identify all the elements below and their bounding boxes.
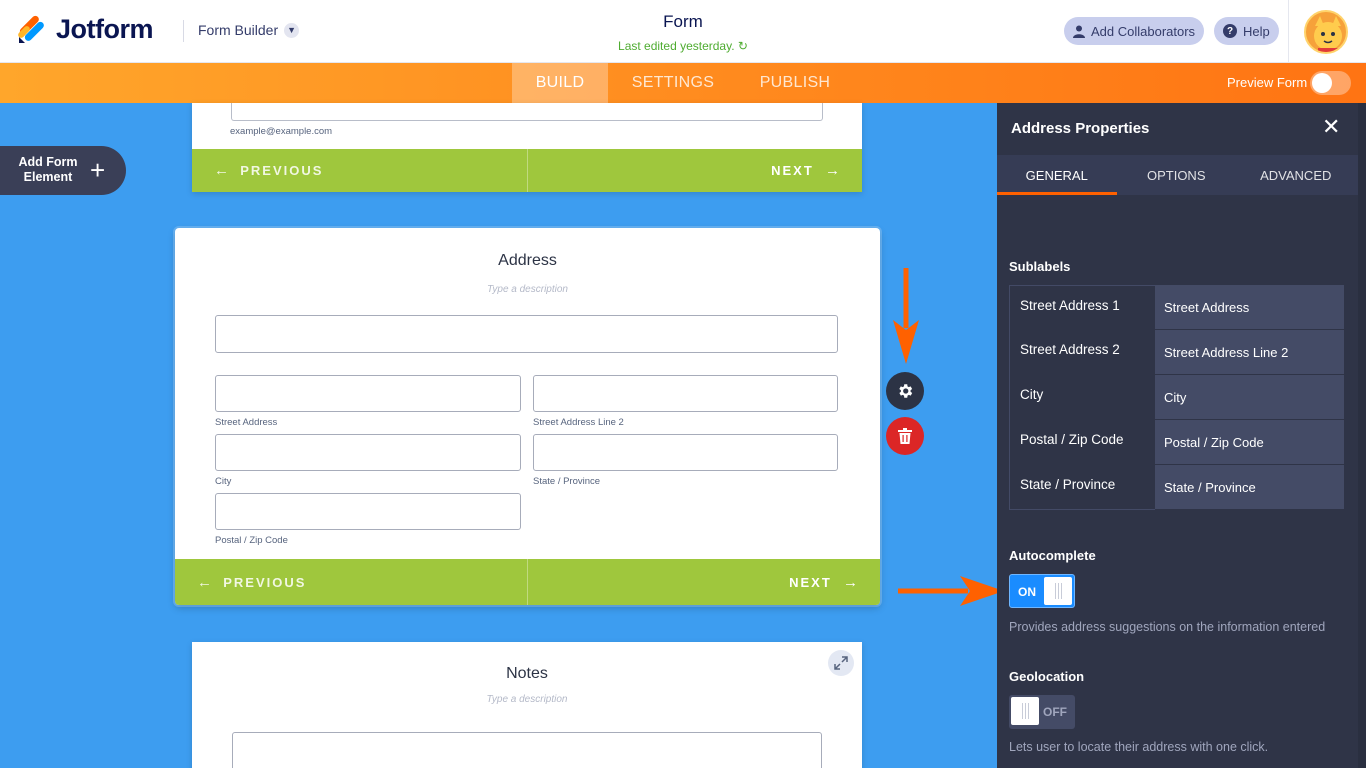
address-search-input[interactable] (215, 315, 838, 353)
toggle-state-label: OFF (1043, 705, 1067, 719)
sublabel-row: Street Address 2 Street Address Line 2 (1009, 330, 1344, 375)
street-address-line2-input[interactable] (533, 375, 838, 412)
toggle-knob (1312, 73, 1332, 93)
add-form-element-button[interactable]: Add Form Element + (0, 146, 126, 195)
top-header: Jotform Form Builder ▼ Form Last edited … (0, 0, 1366, 63)
geolocation-toggle[interactable]: OFF (1009, 695, 1075, 729)
sublabel-row: City City (1009, 375, 1344, 420)
sublabel-key: Street Address 2 (1009, 330, 1155, 375)
address-title[interactable]: Address (175, 252, 880, 270)
gear-icon (899, 384, 913, 398)
geolocation-heading: Geolocation (1009, 669, 1085, 684)
sublabel-input-street1[interactable]: Street Address (1155, 285, 1344, 330)
tab-general[interactable]: GENERAL (997, 155, 1117, 195)
close-icon[interactable]: ✕ (1322, 116, 1340, 138)
notes-textarea[interactable] (232, 732, 822, 768)
sublabels-table: Street Address 1 Street Address Street A… (1009, 285, 1344, 510)
page-nav-bar: ← PREVIOUS NEXT → (175, 559, 880, 605)
email-input[interactable] (231, 103, 823, 121)
sublabels-heading: Sublabels (1009, 259, 1071, 274)
arrow-left-icon: ← (214, 162, 229, 179)
form-page-card-email: example@example.com ← PREVIOUS NEXT → (192, 103, 862, 192)
autocomplete-heading: Autocomplete (1009, 548, 1096, 563)
tab-options[interactable]: OPTIONS (1117, 155, 1237, 195)
city-sublabel: City (215, 476, 232, 487)
trash-icon (898, 428, 912, 444)
sublabel-row: Street Address 1 Street Address (1009, 285, 1344, 330)
plus-icon: + (90, 155, 106, 185)
toggle-knob (1011, 697, 1039, 725)
street-address-sublabel: Street Address (215, 417, 278, 428)
notes-field-card[interactable]: Notes Type a description (192, 642, 862, 768)
street-address-input[interactable] (215, 375, 521, 412)
tab-advanced[interactable]: ADVANCED (1236, 155, 1356, 195)
next-label: NEXT (771, 163, 814, 178)
address-description[interactable]: Type a description (175, 284, 880, 295)
header-divider-right (1288, 0, 1289, 63)
email-sublabel: example@example.com (230, 126, 333, 137)
preview-form-toggle[interactable] (1310, 71, 1351, 95)
notes-title[interactable]: Notes (192, 665, 862, 683)
question-icon: ? (1223, 24, 1237, 38)
arrow-right-icon: → (825, 162, 840, 179)
sublabel-input-city[interactable]: City (1155, 375, 1344, 420)
builder-nav-bar: BUILD SETTINGS PUBLISH Preview Form (0, 63, 1366, 103)
state-sublabel: State / Province (533, 476, 601, 487)
previous-button[interactable]: ← PREVIOUS (192, 149, 528, 192)
annotation-arrow-down-icon (893, 268, 919, 364)
arrow-left-icon: ← (197, 573, 212, 591)
next-button[interactable]: NEXT → (528, 559, 880, 605)
add-collaborators-label: Add Collaborators (1091, 23, 1196, 39)
street-address-line2-sublabel: Street Address Line 2 (533, 417, 624, 428)
tab-settings[interactable]: SETTINGS (618, 63, 728, 103)
preview-form-label: Preview Form (1227, 75, 1308, 90)
postal-code-input[interactable] (215, 493, 521, 530)
add-form-element-label: Add Form Element (18, 155, 78, 184)
sublabel-key: Postal / Zip Code (1009, 420, 1155, 465)
field-properties-button[interactable] (886, 372, 924, 410)
annotation-arrow-right-icon (898, 576, 1004, 606)
help-label: Help (1243, 23, 1270, 39)
sublabel-row: State / Province State / Province (1009, 465, 1344, 510)
postal-code-sublabel: Postal / Zip Code (215, 535, 288, 546)
user-icon (1073, 25, 1085, 38)
sublabel-input-street2[interactable]: Street Address Line 2 (1155, 330, 1344, 375)
panel-scrollbar[interactable] (1358, 103, 1366, 768)
toggle-knob (1044, 577, 1072, 605)
address-properties-panel: Address Properties ✕ GENERAL OPTIONS ADV… (997, 103, 1366, 768)
sublabel-input-postal[interactable]: Postal / Zip Code (1155, 420, 1344, 465)
previous-label: PREVIOUS (223, 574, 307, 590)
previous-label: PREVIOUS (240, 163, 324, 178)
panel-title: Address Properties (1011, 120, 1150, 137)
state-input[interactable] (533, 434, 838, 471)
page-nav-bar: ← PREVIOUS NEXT → (192, 149, 862, 192)
previous-button[interactable]: ← PREVIOUS (175, 559, 528, 605)
tab-publish[interactable]: PUBLISH (745, 63, 845, 103)
city-input[interactable] (215, 434, 521, 471)
refresh-icon: ↻ (737, 39, 748, 53)
sublabel-row: Postal / Zip Code Postal / Zip Code (1009, 420, 1344, 465)
arrow-right-icon: → (843, 573, 858, 591)
user-avatar[interactable] (1304, 10, 1348, 54)
help-button[interactable]: ? Help (1214, 17, 1279, 45)
last-edited-text: Last edited yesterday. (618, 39, 735, 53)
notes-description[interactable]: Type a description (192, 694, 862, 705)
add-collaborators-button[interactable]: Add Collaborators (1064, 17, 1205, 45)
panel-tabs: GENERAL OPTIONS ADVANCED (997, 155, 1366, 195)
tab-build[interactable]: BUILD (512, 63, 608, 103)
address-field-card[interactable]: Address Type a description Street Addres… (175, 228, 880, 605)
toggle-state-label: ON (1018, 585, 1036, 599)
delete-field-button[interactable] (886, 417, 924, 455)
sublabel-key: State / Province (1009, 465, 1155, 510)
autocomplete-toggle[interactable]: ON (1009, 574, 1075, 608)
sublabel-input-state[interactable]: State / Province (1155, 465, 1344, 510)
next-label: NEXT (789, 574, 832, 590)
sublabel-key: Street Address 1 (1009, 285, 1155, 330)
sublabel-key: City (1009, 375, 1155, 420)
geolocation-help: Lets user to locate their address with o… (1009, 740, 1269, 754)
next-button[interactable]: NEXT → (528, 149, 863, 192)
autocomplete-help: Provides address suggestions on the info… (1009, 620, 1326, 634)
